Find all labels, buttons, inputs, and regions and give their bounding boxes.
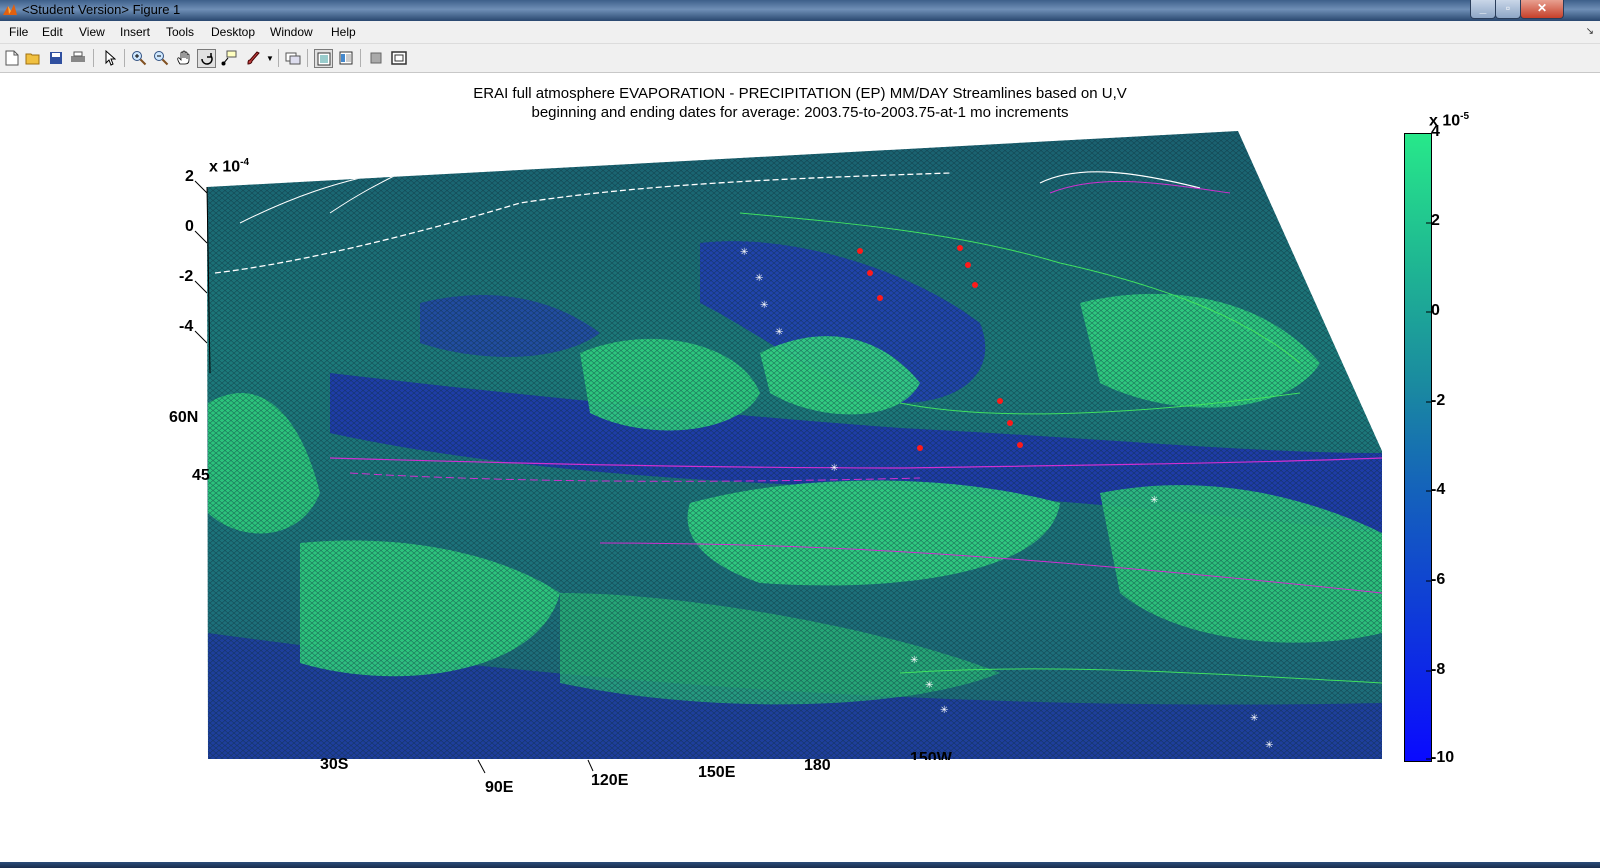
colorbar-tick-label: 0 <box>1431 302 1440 319</box>
hide-plot-tools-icon <box>317 52 330 65</box>
svg-text:✳: ✳ <box>940 705 948 716</box>
colorbar-tick-label: -4 <box>1431 481 1446 498</box>
dock-arrow-icon[interactable]: ↘ <box>1586 26 1594 37</box>
z-tick-label: 2 <box>185 168 194 185</box>
window-title: <Student Version> Figure 1 <box>22 2 181 17</box>
menu-edit[interactable]: Edit <box>42 25 63 39</box>
lon-label: 30S <box>320 756 349 773</box>
svg-text:✳: ✳ <box>755 273 763 284</box>
lon-label: 90E <box>485 779 514 796</box>
menu-view[interactable]: View <box>79 25 105 39</box>
z-tick-label: -4 <box>179 318 194 335</box>
edit-plot-button[interactable] <box>101 49 119 67</box>
svg-text:✳: ✳ <box>830 463 838 474</box>
zoom-out-icon <box>154 51 169 66</box>
svg-text:✳: ✳ <box>910 655 918 666</box>
new-figure-icon <box>5 50 19 66</box>
matlab-logo-icon <box>3 4 17 15</box>
figure-canvas[interactable]: ERAI full atmosphere EVAPORATION - PRECI… <box>0 73 1600 862</box>
rotate-3d-button[interactable] <box>197 49 216 68</box>
svg-text:✳: ✳ <box>925 680 933 691</box>
lon-label: 180 <box>804 757 831 774</box>
svg-text:✳: ✳ <box>1265 740 1273 751</box>
colorbar-button[interactable] <box>367 49 385 67</box>
colorbar-tick-label: -10 <box>1431 749 1455 766</box>
figure-toolbar: ▼ <box>0 44 1600 73</box>
save-icon <box>50 52 62 64</box>
z-tick-label: 0 <box>185 218 194 235</box>
menu-file[interactable]: File <box>9 25 28 39</box>
colorbar-tick-label: 2 <box>1431 212 1440 229</box>
svg-text:✳: ✳ <box>1150 495 1158 506</box>
link-plot-button[interactable] <box>284 49 302 67</box>
colorbar-icon <box>370 52 382 64</box>
close-icon: ✕ <box>1536 1 1548 15</box>
colorbar-ticks <box>1426 133 1431 760</box>
show-plot-tools-button[interactable] <box>337 49 355 67</box>
lat-label: 45 <box>192 467 210 484</box>
z-axis-exponent: x 10-4 <box>209 157 250 176</box>
lon-label: 120E <box>591 772 629 789</box>
close-button[interactable]: ✕ <box>1520 0 1564 19</box>
lon-label: 150E <box>698 764 736 781</box>
save-button[interactable] <box>47 49 65 67</box>
svg-text:✳: ✳ <box>1250 713 1258 724</box>
show-plot-tools-icon <box>339 51 353 65</box>
link-plot-icon <box>285 52 301 65</box>
lat-label: 60N <box>169 409 199 426</box>
data-cursor-button[interactable] <box>220 49 238 67</box>
colorbar-tick-label: -2 <box>1431 392 1446 409</box>
svg-text:✳: ✳ <box>740 247 748 258</box>
colorbar-tick-label: -6 <box>1431 571 1446 588</box>
menu-insert[interactable]: Insert <box>120 25 150 39</box>
menu-desktop[interactable]: Desktop <box>211 25 255 39</box>
z-tick-label: -2 <box>179 268 194 285</box>
print-icon <box>71 51 85 62</box>
rotate-3d-icon <box>200 52 213 65</box>
zoom-in-icon <box>132 51 147 66</box>
pan-button[interactable] <box>175 49 193 67</box>
colorbar-tick-label: 4 <box>1431 123 1440 140</box>
maximize-button[interactable]: ▫ <box>1495 0 1521 19</box>
menu-tools[interactable]: Tools <box>166 25 194 39</box>
colorbar-tick-label: -8 <box>1431 661 1446 678</box>
menu-help[interactable]: Help <box>331 25 356 39</box>
brush-icon <box>247 51 260 65</box>
zoom-in-button[interactable] <box>130 49 148 67</box>
legend-icon <box>391 51 407 65</box>
restore-icon: ▫ <box>1505 1 1511 15</box>
open-file-button[interactable] <box>24 49 42 67</box>
legend-button[interactable] <box>390 49 408 67</box>
surface-plot[interactable]: ✳ ✳ ✳ ✳ ✳ ✳ ✳ ✳ ✳ ✳ ✳ <box>0 73 1600 862</box>
svg-text:✳: ✳ <box>760 300 768 311</box>
pan-hand-icon <box>177 50 190 65</box>
windows-taskbar[interactable] <box>0 862 1600 868</box>
zoom-out-button[interactable] <box>152 49 170 67</box>
hide-plot-tools-button[interactable] <box>314 49 333 68</box>
svg-text:✳: ✳ <box>775 327 783 338</box>
minimize-icon: _ <box>1479 1 1487 15</box>
minimize-button[interactable]: _ <box>1470 0 1496 19</box>
print-button[interactable] <box>69 49 87 67</box>
menu-bar: File Edit View Insert Tools Desktop Wind… <box>0 21 1600 44</box>
brush-button[interactable] <box>245 49 263 67</box>
new-figure-button[interactable] <box>3 49 21 67</box>
data-cursor-icon <box>221 50 237 66</box>
brush-dropdown-icon[interactable]: ▼ <box>266 54 274 63</box>
lon-label: 150W <box>910 750 952 760</box>
menu-window[interactable]: Window <box>270 25 313 39</box>
edit-plot-arrow-icon <box>105 50 116 66</box>
window-title-bar[interactable]: <Student Version> Figure 1 _ ▫ ✕ <box>0 0 1600 21</box>
open-file-icon <box>25 53 40 65</box>
